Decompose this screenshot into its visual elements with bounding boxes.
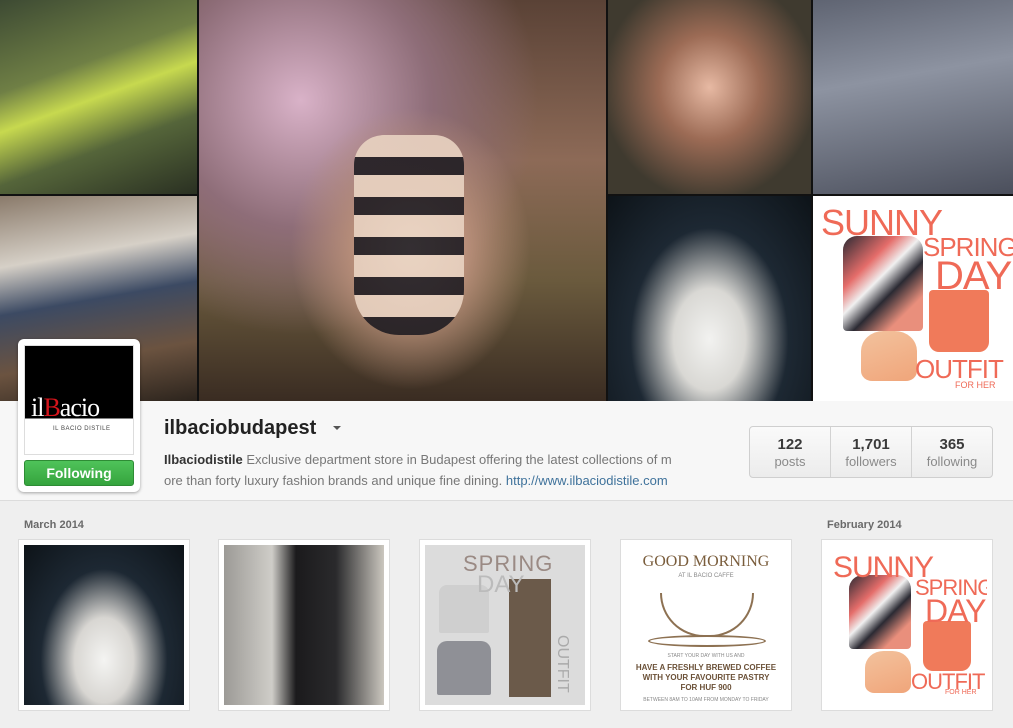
brand-logo-subtitle: IL BACIO DISTILE — [53, 426, 111, 432]
feed-post-3[interactable]: SPRING DAY OUTFIT — [419, 539, 591, 711]
outfit-shoes — [861, 331, 917, 381]
promo-line-1: HAVE A FRESHLY BREWED COFFEE — [635, 663, 777, 672]
bio-text-line1: Exclusive department store in Budapest o… — [246, 452, 672, 467]
promo-line-2: WITH YOUR FAVOURITE PASTRY — [642, 673, 770, 682]
outfit-shorts — [929, 290, 989, 352]
good-morning-subtitle: AT IL BACIO CAFFE — [678, 573, 734, 579]
cover-mosaic: SUNNY SPRING DAY OUTFIT FOR HER — [0, 0, 1013, 401]
stat-posts-count: 122 — [777, 435, 803, 453]
feed-post-5[interactable]: SUNNY SPRING DAY OUTFIT FOR HER — [821, 539, 993, 711]
promo-footer: BETWEEN 8AM TO 10AM FROM MONDAY TO FRIDA… — [643, 697, 769, 703]
profile-avatar-card: ilBacio IL BACIO DISTILE Following — [18, 339, 140, 492]
post-image: SUNNY SPRING DAY OUTFIT FOR HER — [827, 545, 987, 705]
good-morning-title: GOOD MORNING — [642, 553, 770, 570]
stat-followers-label: followers — [845, 453, 897, 469]
stat-following-label: following — [926, 453, 978, 469]
day-title: DAY — [935, 254, 1012, 298]
outfit-shoes — [865, 651, 911, 693]
for-her-label: FOR HER — [945, 689, 977, 696]
stat-followers[interactable]: 1,701 followers — [831, 427, 912, 477]
heart-icon: B — [43, 393, 60, 422]
profile-username: ilbaciobudapest — [164, 417, 317, 439]
outfit-title: OUTFIT — [554, 635, 571, 693]
month-label-march: March 2014 — [24, 519, 84, 531]
post-image: SPRING DAY OUTFIT — [425, 545, 585, 705]
cover-photo-grey[interactable] — [813, 0, 1013, 194]
brand-logo: ilBacio — [31, 393, 100, 422]
feed-post-2[interactable] — [218, 539, 390, 711]
stat-followers-count: 1,701 — [852, 435, 890, 453]
cover-photo-fur-coat[interactable] — [608, 196, 811, 401]
outfit-sweater — [437, 641, 491, 695]
profile-bio: Ilbaciodistile Exclusive department stor… — [164, 449, 720, 491]
featured-dress — [354, 135, 464, 335]
day-title: DAY — [477, 571, 525, 598]
profile-stats: 122 posts 1,701 followers 365 following — [749, 426, 993, 478]
outfit-jacket — [849, 575, 911, 649]
bio-website-link[interactable]: http://www.ilbaciodistile.com — [506, 473, 668, 488]
feed-post-4[interactable]: GOOD MORNING AT IL BACIO CAFFE START YOU… — [620, 539, 792, 711]
post-image: GOOD MORNING AT IL BACIO CAFFE START YOU… — [626, 545, 786, 705]
coffee-cup-icon — [660, 593, 754, 637]
bio-text-line2: ore than forty luxury fashion brands and… — [164, 473, 503, 488]
post-image — [224, 545, 384, 705]
stat-following[interactable]: 365 following — [912, 427, 992, 477]
stat-posts[interactable]: 122 posts — [750, 427, 831, 477]
stat-posts-label: posts — [774, 453, 806, 469]
saucer-icon — [648, 635, 766, 647]
avatar[interactable]: ilBacio IL BACIO DISTILE — [24, 345, 134, 455]
promo-line-3: FOR HUF 900 — [680, 683, 732, 692]
feed-post-1[interactable] — [18, 539, 190, 711]
bio-name: Ilbaciodistile — [164, 452, 243, 467]
cover-photo-portrait[interactable] — [608, 0, 811, 194]
cover-photo-featured[interactable] — [199, 0, 606, 401]
month-label-february: February 2014 — [827, 519, 902, 531]
chevron-down-icon[interactable] — [333, 426, 341, 430]
post-image — [24, 545, 184, 705]
day-title: DAY — [925, 593, 986, 629]
stat-following-count: 365 — [939, 435, 965, 453]
outfit-jacket — [843, 236, 923, 331]
for-her-label: FOR HER — [955, 380, 996, 390]
following-button[interactable]: Following — [24, 460, 134, 486]
cover-photo-sunny-outfit[interactable]: SUNNY SPRING DAY OUTFIT FOR HER — [813, 196, 1013, 401]
promo-intro: START YOUR DAY WITH US AND — [667, 653, 745, 659]
cover-photo-green-gown[interactable] — [0, 0, 197, 194]
